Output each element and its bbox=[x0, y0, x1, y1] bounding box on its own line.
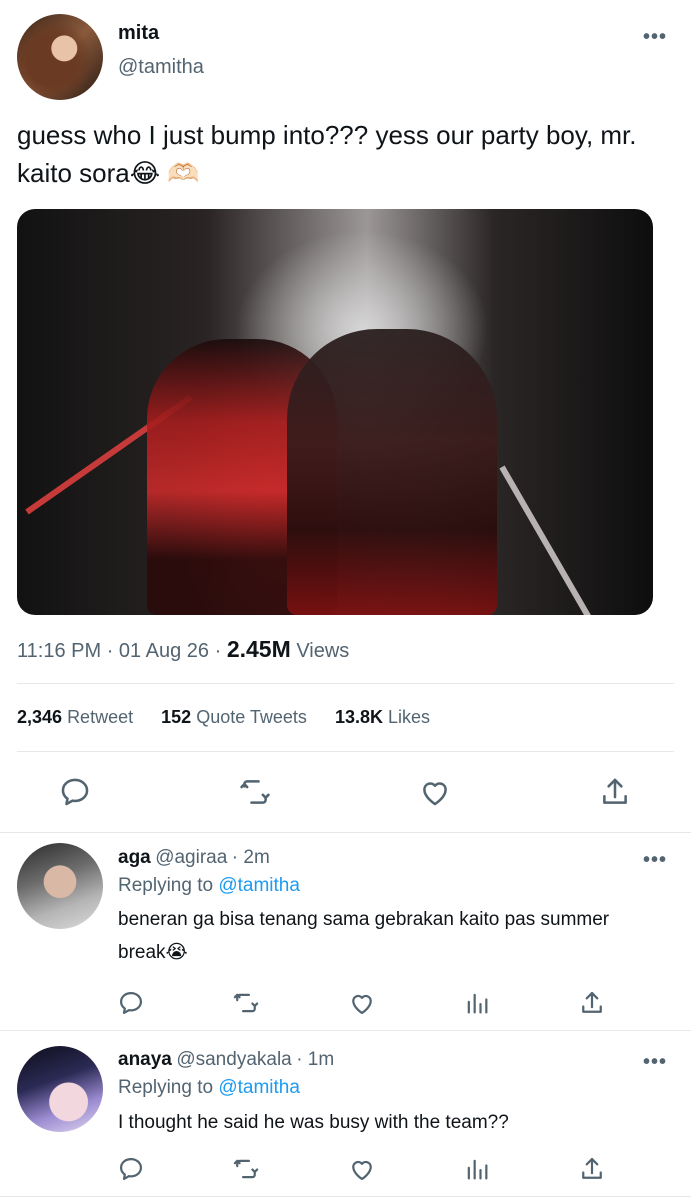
meta-separator: · bbox=[106, 640, 114, 662]
meta-separator: · bbox=[214, 640, 222, 662]
replying-to: Replying to @tamitha bbox=[118, 1077, 300, 1099]
reply-author-name[interactable]: aga bbox=[118, 847, 151, 868]
reply-author-handle[interactable]: @agiraa bbox=[155, 847, 227, 868]
reply-icon[interactable] bbox=[117, 1155, 145, 1183]
reply-author-name[interactable]: anaya bbox=[118, 1049, 172, 1070]
tweet-time: 11:16 PM bbox=[17, 640, 102, 662]
quotes-label[interactable]: Quote Tweets bbox=[196, 707, 307, 727]
more-options-icon[interactable]: ••• bbox=[643, 1052, 667, 1072]
retweets-count[interactable]: 2,346 bbox=[17, 707, 62, 727]
replying-to: Replying to @tamitha bbox=[118, 875, 300, 897]
tweet-media-image[interactable] bbox=[17, 209, 653, 615]
analytics-icon[interactable] bbox=[463, 1155, 491, 1183]
image-detail bbox=[499, 465, 605, 615]
reply-avatar[interactable] bbox=[17, 843, 103, 929]
author-avatar[interactable] bbox=[17, 14, 103, 100]
author-name[interactable]: mita bbox=[118, 22, 159, 45]
tweet-meta: 11:16 PM · 01 Aug 26 · 2.45M Views bbox=[17, 636, 349, 663]
like-icon[interactable] bbox=[348, 989, 376, 1017]
views-count: 2.45M bbox=[226, 636, 291, 662]
author-handle[interactable]: @tamitha bbox=[118, 56, 204, 79]
tweet-text: guess who I just bump into??? yess our p… bbox=[17, 120, 637, 188]
tweet-stats: 2,346 Retweet 152 Quote Tweets 13.8K Lik… bbox=[17, 707, 430, 728]
likes-count[interactable]: 13.8K bbox=[335, 707, 383, 727]
quotes-count[interactable]: 152 bbox=[161, 707, 191, 727]
reply-time: · 1m bbox=[296, 1049, 335, 1070]
replying-label: Replying to bbox=[118, 875, 214, 896]
retweet-icon[interactable] bbox=[232, 989, 260, 1017]
share-icon[interactable] bbox=[578, 989, 606, 1017]
reply-text: I thought he said he was busy with the t… bbox=[118, 1112, 509, 1133]
reply-icon[interactable] bbox=[58, 775, 92, 809]
reply-time: · 2m bbox=[231, 847, 270, 868]
tweet-date: 01 Aug 26 bbox=[118, 640, 210, 662]
like-icon[interactable] bbox=[348, 1155, 376, 1183]
likes-label[interactable]: Likes bbox=[388, 707, 430, 727]
divider bbox=[0, 1030, 691, 1031]
reply-icon[interactable] bbox=[117, 989, 145, 1017]
replying-to-link[interactable]: @tamitha bbox=[218, 875, 300, 896]
analytics-icon[interactable] bbox=[463, 989, 491, 1017]
divider bbox=[17, 751, 674, 752]
reply-header: anaya @sandyakala · 1m bbox=[118, 1049, 334, 1071]
share-icon[interactable] bbox=[578, 1155, 606, 1183]
reply-author-handle[interactable]: @sandyakala bbox=[176, 1049, 291, 1070]
retweet-icon[interactable] bbox=[232, 1155, 260, 1183]
views-label: Views bbox=[296, 640, 350, 662]
share-icon[interactable] bbox=[598, 775, 632, 809]
more-options-icon[interactable]: ••• bbox=[643, 850, 667, 870]
divider bbox=[0, 832, 691, 833]
divider bbox=[0, 1196, 691, 1197]
retweet-icon[interactable] bbox=[238, 775, 272, 809]
divider bbox=[17, 683, 674, 684]
retweets-label[interactable]: Retweet bbox=[67, 707, 133, 727]
like-icon[interactable] bbox=[418, 775, 452, 809]
more-options-icon[interactable]: ••• bbox=[643, 27, 667, 47]
replying-to-link[interactable]: @tamitha bbox=[218, 1077, 300, 1098]
replying-label: Replying to bbox=[118, 1077, 214, 1098]
reply-text: beneran ga bisa tenang sama gebrakan kai… bbox=[118, 909, 610, 963]
reply-avatar[interactable] bbox=[17, 1046, 103, 1132]
image-detail bbox=[287, 329, 497, 615]
reply-header: aga @agiraa · 2m bbox=[118, 847, 270, 869]
